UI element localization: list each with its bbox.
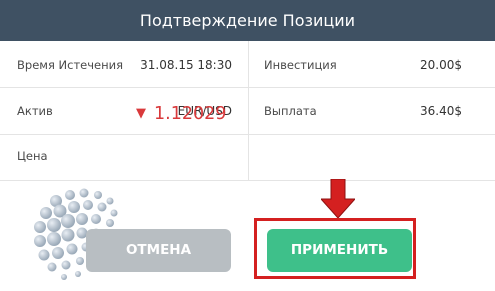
row-divider bbox=[249, 134, 495, 135]
position-confirmation-dialog: Подтверждение Позиции Время Истечения 31… bbox=[0, 0, 495, 291]
payout-value: 36.40$ bbox=[420, 104, 462, 118]
cancel-button[interactable]: ОТМЕНА bbox=[86, 229, 231, 272]
dialog-title: Подтверждение Позиции bbox=[0, 0, 495, 41]
position-details: Время Истечения 31.08.15 18:30 Инвестици… bbox=[0, 41, 495, 181]
price-display: ▼ 1.12029 bbox=[136, 103, 226, 127]
asset-label: Актив bbox=[17, 104, 53, 118]
apply-highlight-frame bbox=[254, 218, 416, 279]
expiry-value: 31.08.15 18:30 bbox=[140, 58, 232, 72]
row-divider bbox=[0, 87, 495, 88]
price-label: Цена bbox=[17, 149, 48, 163]
expiry-label: Время Истечения bbox=[17, 58, 123, 72]
investment-value: 20.00$ bbox=[420, 58, 462, 72]
row-divider bbox=[0, 134, 249, 135]
down-triangle-icon: ▼ bbox=[136, 106, 146, 121]
price-value: 1.12029 bbox=[154, 104, 227, 124]
payout-label: Выплата bbox=[264, 104, 317, 118]
down-arrow-icon bbox=[321, 179, 355, 218]
column-divider bbox=[248, 41, 249, 180]
investment-label: Инвестиция bbox=[264, 58, 337, 72]
